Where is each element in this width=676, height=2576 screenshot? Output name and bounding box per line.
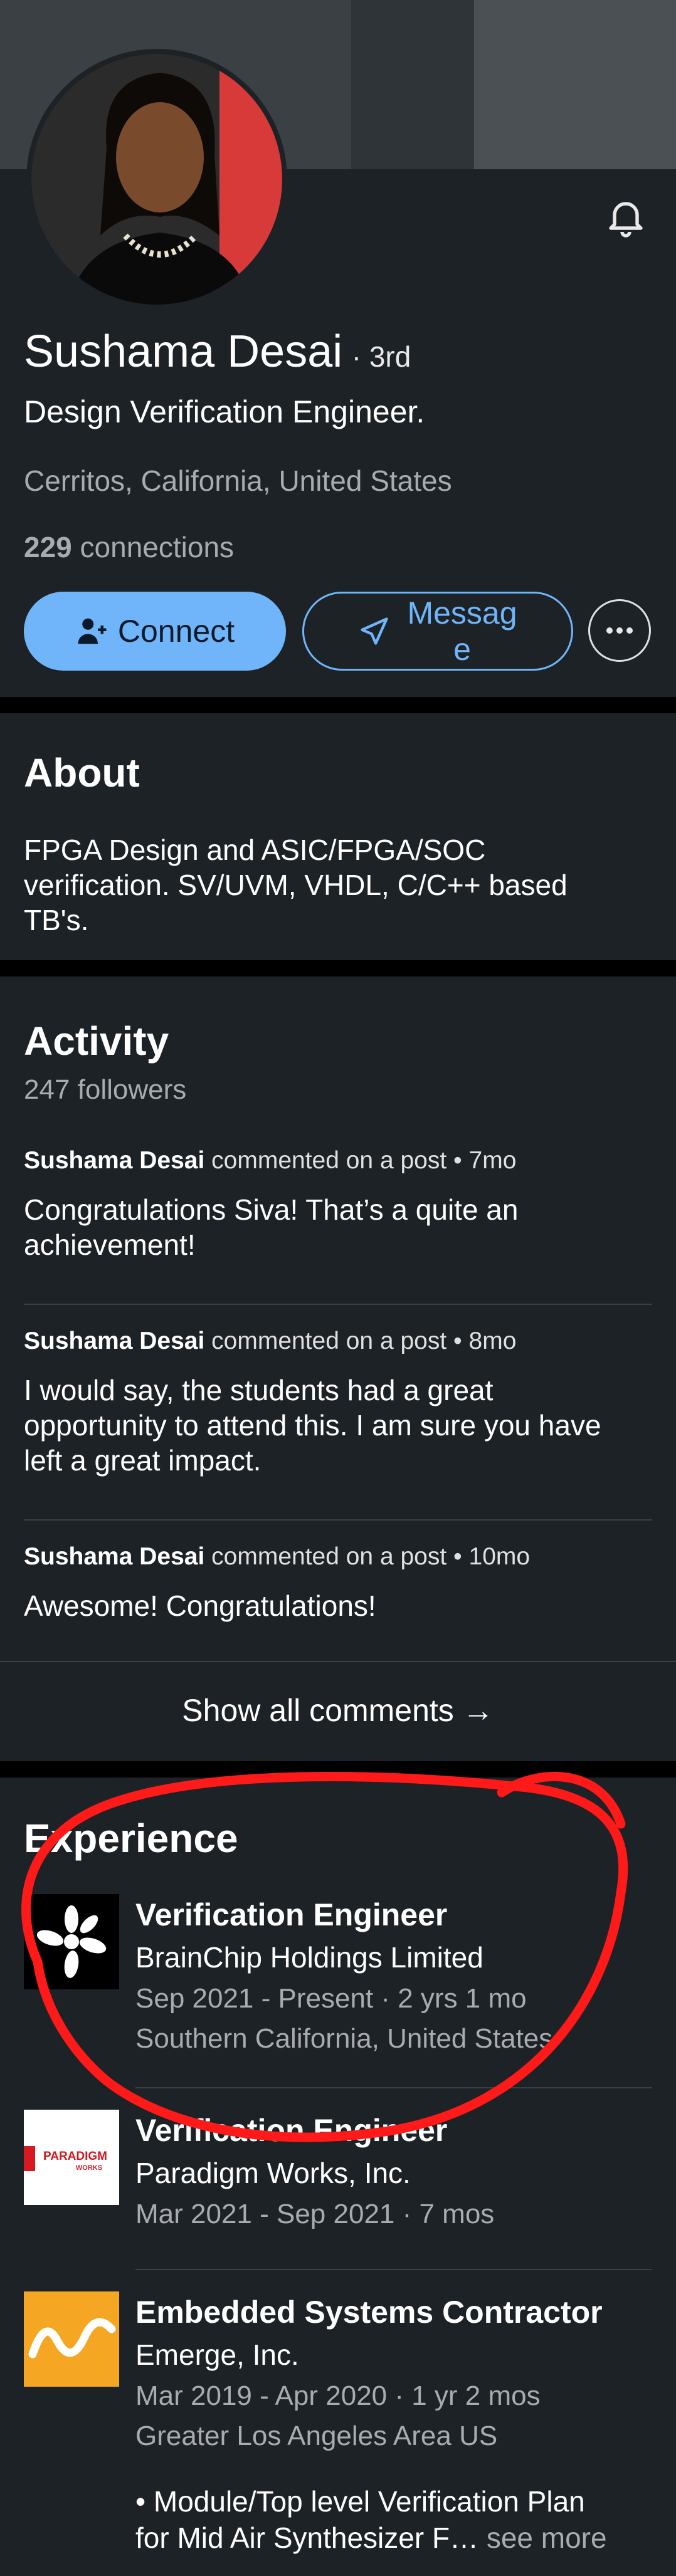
comment-line: left a great impact. (24, 1444, 261, 1477)
section-divider (0, 697, 676, 713)
activity-action: commented on a post • 10mo (204, 1543, 531, 1570)
job-dates: Mar 2019 - Apr 2020 · 1 yr 2 mos (135, 2380, 541, 2411)
divider-line (24, 1304, 652, 1305)
connect-label: Connect (117, 614, 235, 649)
about-text: FPGA Design and ASIC/FPGA/SOC verificati… (24, 832, 568, 938)
emerge-logo (24, 2291, 119, 2387)
connections-count[interactable]: 229 connections (24, 530, 234, 564)
red-annotation-circle (21, 1771, 628, 2142)
comment-line: achievement! (24, 1228, 196, 1261)
activity-comment: Awesome! Congratulations! (24, 1588, 652, 1623)
bell-icon[interactable] (603, 194, 648, 243)
activity-item[interactable]: Sushama Desai commented on a post • 10mo… (24, 1543, 652, 1623)
divider-line (24, 1519, 652, 1521)
profile-name-row: Sushama Desai · 3rd (24, 326, 411, 377)
about-title: About (24, 750, 140, 795)
activity-author: Sushama Desai (24, 1147, 205, 1174)
experience-item[interactable]: Embedded Systems Contractor Emerge, Inc.… (135, 2294, 607, 2556)
activity-comment: I would say, the students had a great op… (24, 1373, 652, 1478)
message-label-line2: e (453, 632, 471, 667)
profile-headline: Design Verification Engineer. (24, 394, 425, 429)
activity-meta: Sushama Desai commented on a post • 7mo (24, 1147, 652, 1175)
profile-location: Cerritos, California, United States (24, 464, 452, 497)
activity-action: commented on a post • 8mo (204, 1327, 517, 1354)
section-divider (0, 960, 676, 976)
avatar-photo (31, 54, 282, 305)
activity-author: Sushama Desai (24, 1327, 205, 1354)
job-location: Greater Los Angeles Area US (135, 2421, 498, 2451)
show-all-comments-link[interactable]: Show all comments → (0, 1692, 676, 1729)
divider-line (135, 2269, 652, 2270)
add-person-icon (78, 618, 107, 644)
connection-degree: · 3rd (351, 340, 411, 373)
ellipsis-icon (606, 627, 633, 634)
message-label-line1: Messag (407, 595, 517, 631)
activity-meta: Sushama Desai commented on a post • 8mo (24, 1327, 652, 1355)
message-label: Messag e (407, 595, 517, 668)
comment-line: I would say, the students had a great (24, 1374, 494, 1406)
job-title: Embedded Systems Contractor (135, 2295, 603, 2330)
svg-text:WORKS: WORKS (76, 2164, 102, 2172)
activity-item[interactable]: Sushama Desai commented on a post • 7mo … (24, 1147, 652, 1262)
connect-button[interactable]: Connect (24, 592, 286, 671)
connections-label: connections (80, 531, 235, 563)
activity-comment: Congratulations Siva! That’s a quite an … (24, 1192, 652, 1262)
activity-meta: Sushama Desai commented on a post • 10mo (24, 1543, 652, 1571)
divider-line (0, 1661, 676, 1662)
activity-title: Activity (24, 1018, 169, 1064)
cover-shape-right (474, 0, 676, 169)
about-line: verification. SV/UVM, VHDL, C/C++ based (24, 869, 568, 901)
cover-shape (351, 0, 474, 169)
profile-name: Sushama Desai (24, 327, 343, 377)
activity-item[interactable]: Sushama Desai commented on a post • 8mo … (24, 1327, 652, 1478)
job-description: • Module/Top level Verification Plan for… (135, 2483, 607, 2556)
avatar[interactable] (26, 49, 287, 310)
activity-author: Sushama Desai (24, 1543, 205, 1570)
comment-line: opportunity to attend this. I am sure yo… (24, 1409, 601, 1442)
description-line: • Module/Top level Verification Plan (135, 2485, 585, 2518)
see-more-link[interactable]: see more (478, 2521, 607, 2554)
send-icon (361, 617, 389, 645)
comment-line: Congratulations Siva! That’s a quite an (24, 1193, 519, 1226)
description-line: for Mid Air Synthesizer F… (135, 2521, 479, 2554)
message-button[interactable]: Messag e (302, 592, 573, 671)
more-options-button[interactable] (588, 599, 651, 662)
job-dates: Mar 2021 - Sep 2021 · 7 mos (135, 2199, 495, 2229)
connections-number: 229 (24, 531, 72, 563)
comment-line: Awesome! Congratulations! (24, 1589, 376, 1622)
activity-action: commented on a post • 7mo (204, 1147, 517, 1174)
company-name: Emerge, Inc. (135, 2338, 299, 2371)
about-line: FPGA Design and ASIC/FPGA/SOC (24, 834, 486, 866)
about-line: TB's. (24, 904, 89, 936)
followers-count: 247 followers (24, 1074, 187, 1105)
